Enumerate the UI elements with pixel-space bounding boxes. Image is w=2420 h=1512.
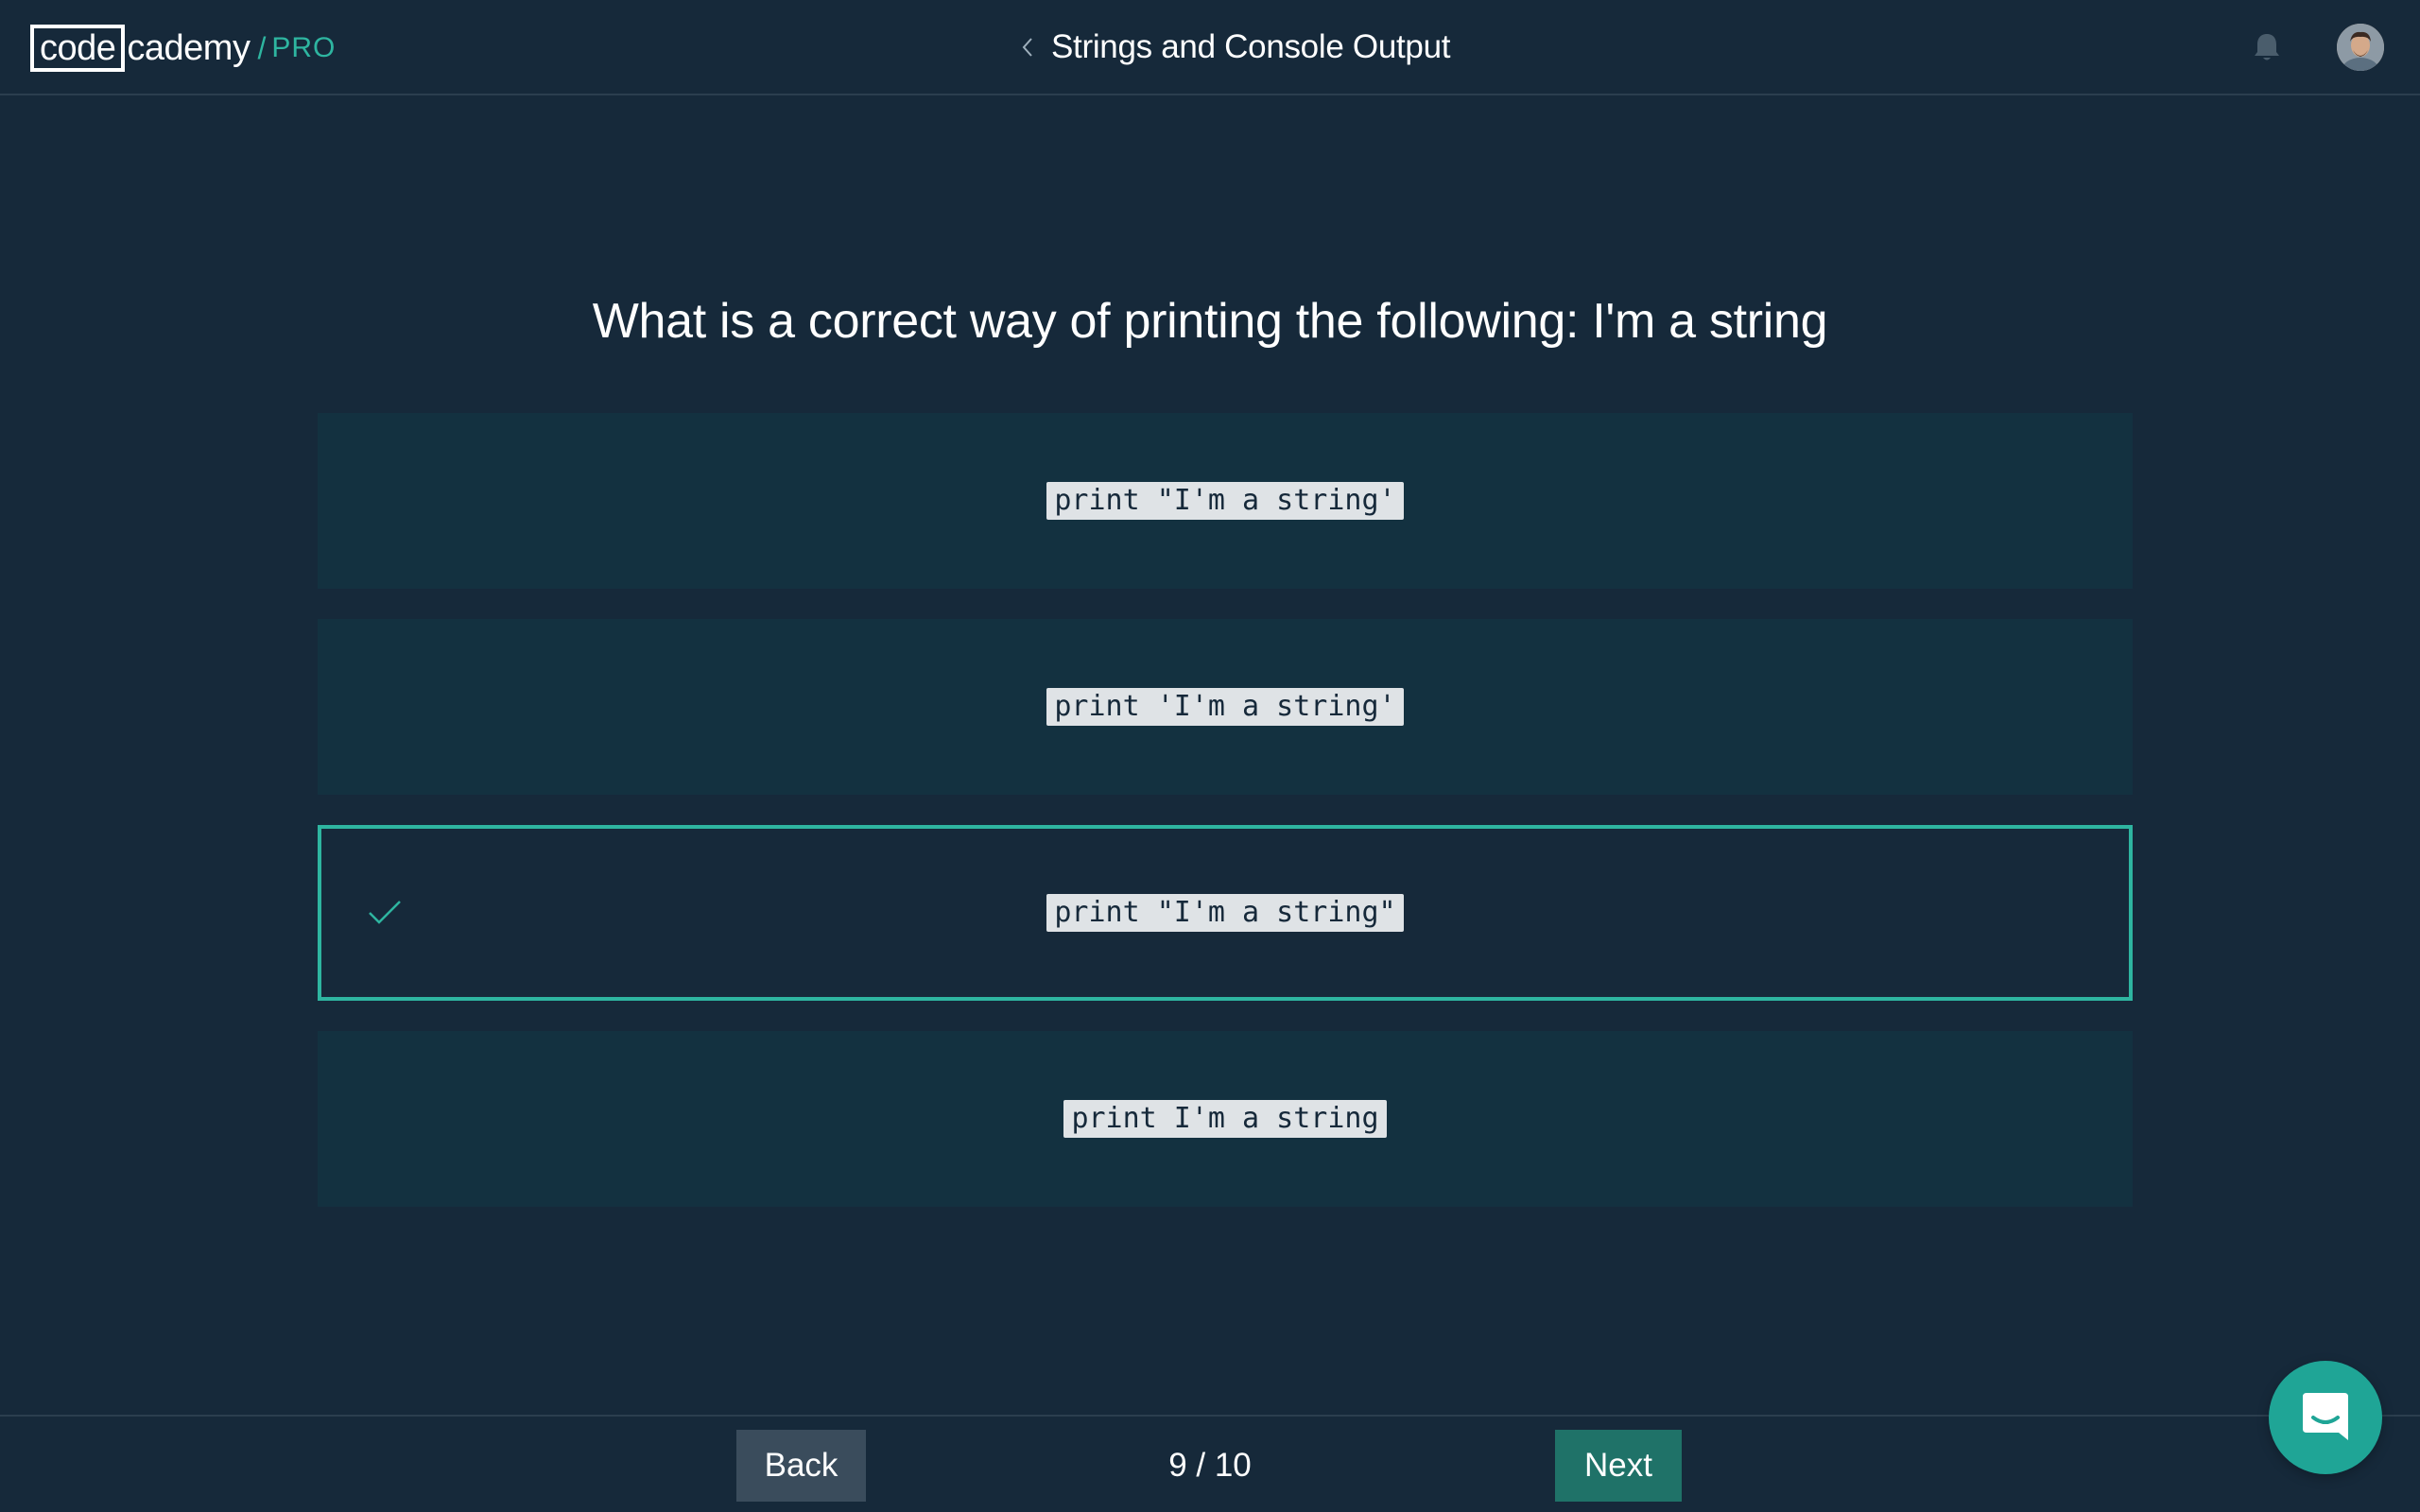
answer-code: print "I'm a string' (1046, 482, 1404, 520)
chat-support-button[interactable] (2269, 1361, 2382, 1474)
chevron-left-icon (1017, 35, 1038, 60)
question-text: What is a correct way of printing the fo… (592, 294, 1828, 349)
codecademy-logo[interactable]: code cademy / PRO (30, 24, 336, 73)
answer-code: print 'I'm a string' (1046, 688, 1404, 726)
checkmark-icon (367, 899, 403, 927)
next-button[interactable]: Next (1555, 1430, 1682, 1502)
answer-code: print "I'm a string" (1046, 894, 1404, 932)
top-bar: code cademy / PRO Strings and Console Ou… (0, 0, 2420, 95)
answer-option-4[interactable]: print I'm a string (318, 1031, 2133, 1207)
lesson-title: Strings and Console Output (1051, 28, 1451, 65)
back-button[interactable]: Back (736, 1430, 866, 1502)
lesson-title-link[interactable]: Strings and Console Output (1017, 23, 1450, 72)
bell-icon[interactable] (2252, 31, 2282, 63)
logo-slash: / (257, 31, 267, 65)
question-progress: 9 / 10 (1168, 1447, 1252, 1484)
avatar[interactable] (2337, 24, 2384, 71)
answer-option-1[interactable]: print "I'm a string' (318, 413, 2133, 589)
chat-icon (2297, 1387, 2354, 1449)
logo-code-box: code (30, 25, 126, 72)
answer-option-3-selected[interactable]: print "I'm a string" (318, 825, 2133, 1001)
logo-pro-label: PRO (271, 32, 337, 63)
logo-cademy-text: cademy (127, 28, 251, 68)
answer-option-2[interactable]: print 'I'm a string' (318, 619, 2133, 795)
answer-code: print I'm a string (1063, 1100, 1387, 1138)
quiz-footer: Back 9 / 10 Next (0, 1415, 2420, 1512)
